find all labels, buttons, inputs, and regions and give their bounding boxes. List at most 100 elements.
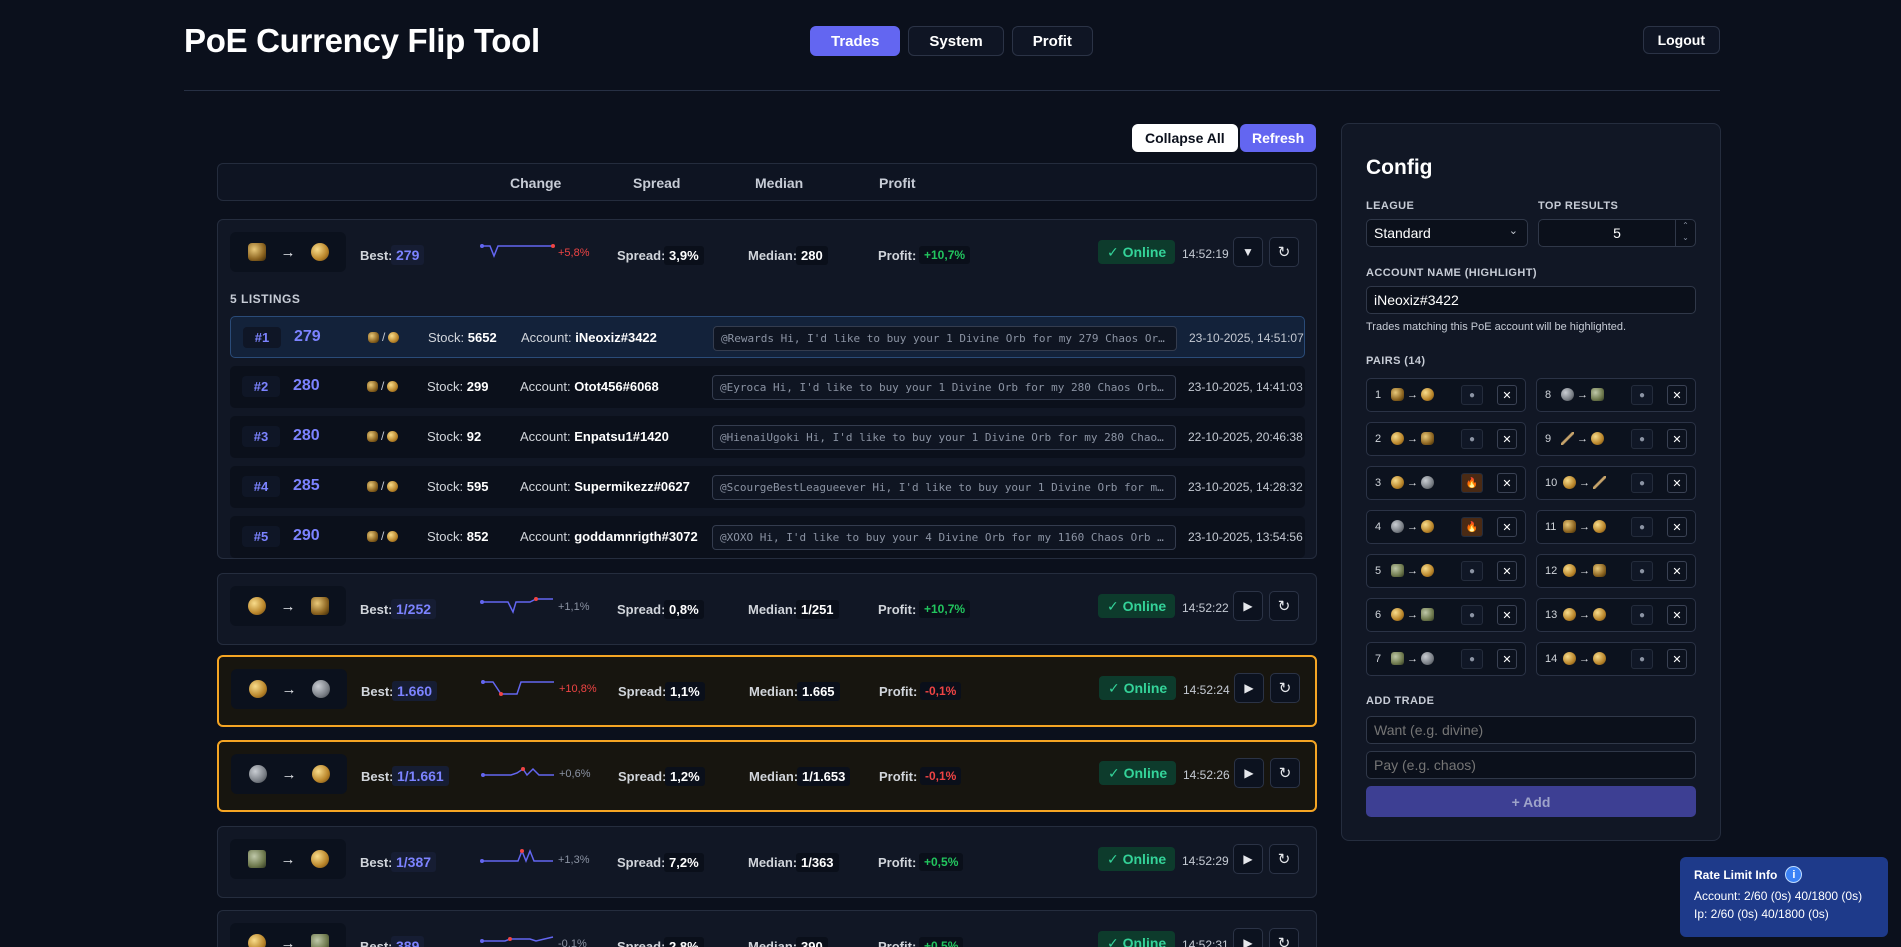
trade-summary-row[interactable]: → Best: 1/1.661 +0,6% Spread: 1,2% Median: 1/1.…: [219, 742, 1315, 814]
bomb-icon[interactable]: ●: [1631, 605, 1653, 625]
refresh-pair-button[interactable]: ↻: [1269, 844, 1299, 874]
listing-row[interactable]: #2 280 / Stock: 299 Account: Otot456#6068 @Ey…: [230, 366, 1305, 408]
listing-row[interactable]: #3 280 / Stock: 92 Account: Enpatsu1#1420 @Hi…: [230, 416, 1305, 458]
refresh-icon: ↻: [1277, 851, 1291, 868]
account-value: iNeoxiz#3422: [575, 330, 657, 345]
bomb-icon[interactable]: ●: [1461, 385, 1483, 405]
divine-orb-icon: [1391, 476, 1404, 489]
collapse-button[interactable]: ▼: [1233, 237, 1263, 267]
close-icon[interactable]: ✕: [1497, 517, 1517, 537]
collapse-all-button[interactable]: Collapse All: [1132, 124, 1238, 152]
spread-value: 3,9%: [664, 246, 704, 265]
info-icon[interactable]: i: [1785, 866, 1803, 883]
spread-value: 1,2%: [665, 767, 705, 786]
trade-summary-row[interactable]: → Best: 1.660 +10,8% Spread: 1,1% Median: 1.665…: [219, 657, 1315, 729]
close-icon[interactable]: ✕: [1497, 605, 1517, 625]
sparkline-point: [480, 939, 484, 943]
trade-summary-row[interactable]: → Best: 389 -0,1% Spread: 2,8% Median: 390 Profi…: [218, 911, 1316, 947]
whisper-message-field[interactable]: @ScourgeBestLeagueever Hi, I'd like to b…: [712, 475, 1176, 500]
bomb-icon[interactable]: ●: [1631, 429, 1653, 449]
rate-limit-title: Rate Limit Info: [1694, 867, 1778, 882]
want-input[interactable]: [1366, 716, 1696, 744]
pair-item: 6 → ● ✕: [1366, 598, 1526, 632]
whisper-message-field[interactable]: @XOXO Hi, I'd like to buy your 4 Divine …: [712, 525, 1176, 550]
pair-index: 1: [1375, 389, 1382, 401]
expand-button[interactable]: ▶: [1234, 673, 1264, 703]
tab-system[interactable]: System: [908, 26, 1004, 56]
stock-value: 852: [466, 529, 489, 544]
top-results-value: 5: [1613, 225, 1621, 241]
refresh-pair-button[interactable]: ↻: [1269, 928, 1299, 947]
bomb-icon[interactable]: ●: [1631, 517, 1653, 537]
whisper-message-field[interactable]: @Eyroca Hi, I'd like to buy your 1 Divin…: [712, 375, 1176, 400]
bomb-icon[interactable]: ●: [1631, 473, 1653, 493]
spread-label: Spread:: [617, 855, 666, 870]
trade-summary-row[interactable]: → Best: 279 +5,8% Spread: 3,9% Median: 280 Profi…: [218, 220, 1316, 292]
close-icon[interactable]: ✕: [1497, 385, 1517, 405]
bomb-icon[interactable]: ●: [1461, 561, 1483, 581]
expand-button[interactable]: ▶: [1233, 928, 1263, 947]
last-updated-time: 14:52:19: [1182, 247, 1229, 261]
refresh-button[interactable]: Refresh: [1240, 124, 1317, 152]
change-percent: +1,3%: [558, 854, 590, 866]
bomb-icon[interactable]: ●: [1461, 605, 1483, 625]
account-name-input[interactable]: iNeoxiz#3422: [1366, 286, 1696, 314]
best-price: 1/252: [391, 599, 437, 619]
refresh-pair-button[interactable]: ↻: [1269, 591, 1299, 621]
expand-button[interactable]: ▶: [1233, 844, 1263, 874]
refresh-pair-button[interactable]: ↻: [1270, 758, 1300, 788]
add-trade-button[interactable]: + Add: [1366, 786, 1696, 817]
pay-input[interactable]: [1366, 751, 1696, 779]
close-icon[interactable]: ✕: [1667, 649, 1687, 669]
trade-summary-row[interactable]: → Best: 1/252 +1,1% Spread: 0,8% Median: 1/251 P…: [218, 574, 1316, 646]
listing-pair-icons: /: [367, 529, 399, 543]
close-icon[interactable]: ✕: [1667, 561, 1687, 581]
number-stepper[interactable]: ⌃ ⌄: [1675, 220, 1695, 246]
tab-profit[interactable]: Profit: [1011, 26, 1093, 56]
arrow-right-icon: →: [281, 680, 297, 698]
column-median: Median: [755, 175, 804, 191]
fire-icon[interactable]: 🔥: [1461, 517, 1483, 537]
refresh-pair-button[interactable]: ↻: [1270, 673, 1300, 703]
expand-button[interactable]: ▶: [1234, 758, 1264, 788]
close-icon[interactable]: ✕: [1667, 517, 1687, 537]
pair-item: 11 → ● ✕: [1536, 510, 1696, 544]
listing-row[interactable]: #5 290 / Stock: 852 Account: goddamnrigth#30…: [230, 516, 1305, 558]
close-icon[interactable]: ✕: [1667, 429, 1687, 449]
close-icon[interactable]: ✕: [1497, 561, 1517, 581]
close-icon[interactable]: ✕: [1497, 473, 1517, 493]
close-icon[interactable]: ✕: [1497, 649, 1517, 669]
trade-summary-row[interactable]: → Best: 1/387 +1,3% Spread: 7,2% Median: 1/363 P…: [218, 827, 1316, 899]
bomb-icon[interactable]: ●: [1461, 429, 1483, 449]
top-results-input[interactable]: 5 ⌃ ⌄: [1538, 219, 1696, 247]
sparkline-point: [551, 244, 555, 248]
add-trade-label: ADD TRADE: [1366, 695, 1435, 707]
best-price: 389: [391, 936, 425, 947]
league-select[interactable]: Standard ⌄: [1366, 219, 1528, 247]
account-value: Otot456#6068: [574, 379, 659, 394]
close-icon[interactable]: ✕: [1667, 385, 1687, 405]
expand-button[interactable]: ▶: [1233, 591, 1263, 621]
pair-currencies: →: [1391, 432, 1434, 445]
fire-icon[interactable]: 🔥: [1461, 473, 1483, 493]
listing-rank: #4: [242, 476, 280, 497]
listing-row[interactable]: #1 279 / Stock: 5652 Account: iNeoxiz#3422 @R…: [230, 316, 1305, 358]
account-label: Account:: [520, 429, 571, 444]
close-icon[interactable]: ✕: [1497, 429, 1517, 449]
bomb-icon[interactable]: ●: [1461, 649, 1483, 669]
logout-button[interactable]: Logout: [1642, 26, 1720, 54]
refresh-pair-button[interactable]: ↻: [1269, 237, 1299, 267]
online-status-badge: ✓ Online: [1098, 847, 1176, 871]
listing-row[interactable]: #4 285 / Stock: 595 Account: Supermikezz#062…: [230, 466, 1305, 508]
bomb-icon[interactable]: ●: [1631, 561, 1653, 581]
whisper-message-field[interactable]: @HienaiUgoki Hi, I'd like to buy your 1 …: [712, 425, 1176, 450]
bomb-icon[interactable]: ●: [1631, 385, 1653, 405]
close-icon[interactable]: ✕: [1667, 605, 1687, 625]
fracturing-orb-icon: [247, 850, 266, 868]
bomb-icon[interactable]: ●: [1631, 649, 1653, 669]
divine-orb-icon: [1391, 432, 1404, 445]
tab-trades[interactable]: Trades: [810, 26, 901, 56]
close-icon[interactable]: ✕: [1667, 473, 1687, 493]
whisper-message-field[interactable]: @Rewards Hi, I'd like to buy your 1 Divi…: [713, 326, 1177, 351]
refresh-icon: ↻: [1277, 244, 1291, 261]
